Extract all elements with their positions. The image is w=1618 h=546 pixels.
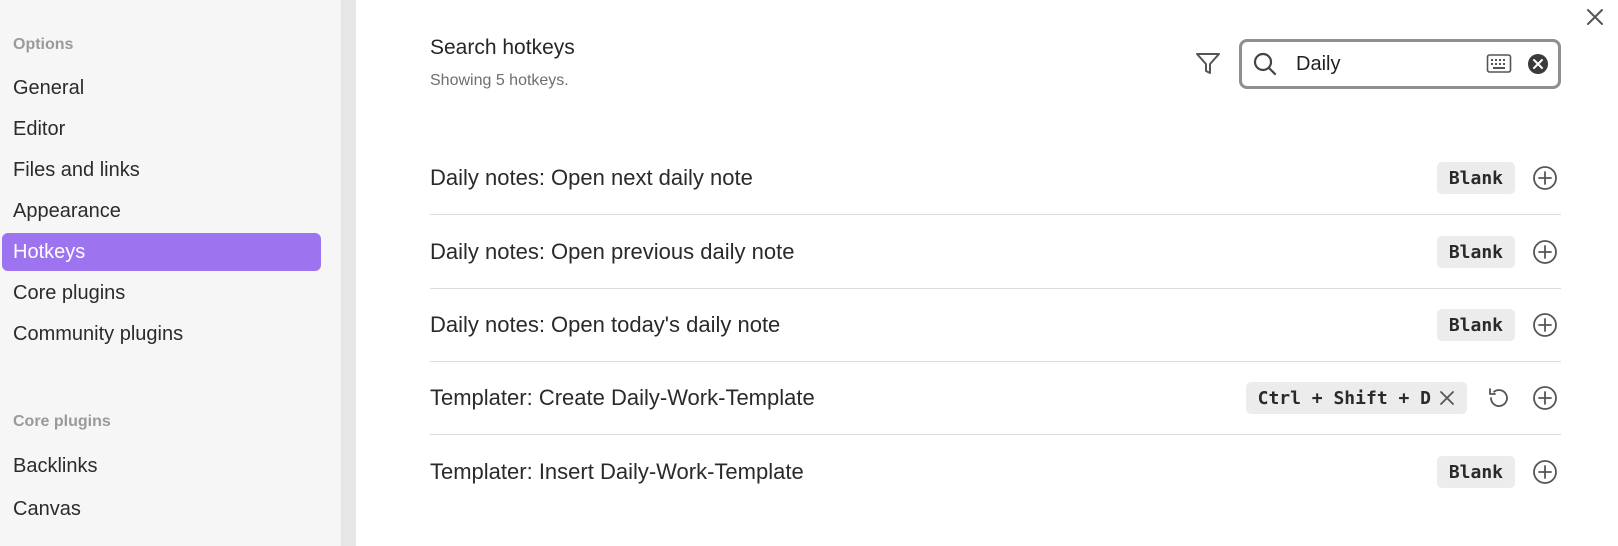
hotkey-chip: Ctrl + Shift + D — [1245, 382, 1467, 414]
filter-button[interactable] — [1193, 47, 1223, 79]
settings-window: Options General Editor Files and links A… — [0, 0, 1618, 546]
hotkey-row: Templater: Insert Daily-Work-Template Bl… — [430, 435, 1561, 509]
command-label: Templater: Create Daily-Work-Template — [430, 385, 815, 410]
hotkey-chip: Blank — [1436, 162, 1515, 194]
plus-circle-icon — [1533, 386, 1557, 410]
plus-circle-icon — [1533, 240, 1557, 264]
sidebar-item-canvas[interactable]: Canvas — [2, 490, 321, 528]
plus-circle-icon — [1533, 166, 1557, 190]
close-button[interactable] — [1582, 4, 1608, 30]
sidebar-item-community-plugins[interactable]: Community plugins — [2, 315, 321, 353]
hotkey-chip: Blank — [1436, 236, 1515, 268]
add-hotkey-button[interactable] — [1529, 382, 1561, 414]
filter-icon — [1196, 53, 1220, 74]
plus-circle-icon — [1533, 460, 1557, 484]
add-hotkey-button[interactable] — [1529, 236, 1561, 268]
close-icon — [1587, 9, 1603, 25]
sidebar-item-backlinks[interactable]: Backlinks — [2, 447, 321, 485]
options-heading: Options — [13, 36, 74, 53]
sidebar-scrollbar[interactable] — [342, 0, 356, 546]
clear-search-icon[interactable] — [1527, 53, 1549, 80]
command-label: Templater: Insert Daily-Work-Template — [430, 459, 804, 484]
hotkey-count-text: Showing 5 hotkeys. — [430, 72, 569, 89]
sidebar-item-appearance[interactable]: Appearance — [2, 192, 321, 230]
search-box[interactable] — [1239, 39, 1561, 89]
sidebar-item-core-plugins[interactable]: Core plugins — [2, 274, 321, 312]
search-icon — [1252, 51, 1286, 77]
add-hotkey-button[interactable] — [1529, 162, 1561, 194]
command-label: Daily notes: Open today's daily note — [430, 312, 781, 337]
keyboard-icon[interactable] — [1486, 53, 1512, 80]
command-label: Daily notes: Open previous daily note — [430, 239, 795, 264]
plus-circle-icon — [1533, 313, 1557, 337]
sidebar-item-general[interactable]: General — [2, 69, 321, 107]
reset-icon — [1489, 388, 1508, 407]
hotkey-row: Daily notes: Open previous daily note Bl… — [430, 215, 1561, 289]
restore-default-button[interactable] — [1483, 382, 1515, 414]
page-title: Search hotkeys — [430, 36, 575, 59]
search-input[interactable] — [1296, 52, 1486, 76]
remove-hotkey-button[interactable] — [1439, 390, 1455, 406]
hotkey-text: Ctrl + Shift + D — [1257, 387, 1431, 409]
hotkey-row: Daily notes: Open next daily note Blank — [430, 141, 1561, 215]
hotkey-row: Templater: Create Daily-Work-Template Ct… — [430, 361, 1561, 435]
settings-sidebar: Options General Editor Files and links A… — [0, 0, 342, 546]
core-plugins-heading: Core plugins — [13, 413, 111, 430]
add-hotkey-button[interactable] — [1529, 309, 1561, 341]
hotkey-chip: Blank — [1436, 456, 1515, 488]
sidebar-item-hotkeys[interactable]: Hotkeys — [2, 233, 321, 271]
hotkey-row: Daily notes: Open today's daily note Bla… — [430, 288, 1561, 362]
hotkey-chip: Blank — [1436, 309, 1515, 341]
remove-hotkey-icon — [1440, 391, 1454, 405]
sidebar-item-files-and-links[interactable]: Files and links — [2, 151, 321, 189]
sidebar-item-editor[interactable]: Editor — [2, 110, 321, 148]
add-hotkey-button[interactable] — [1529, 456, 1561, 488]
command-label: Daily notes: Open next daily note — [430, 165, 753, 190]
